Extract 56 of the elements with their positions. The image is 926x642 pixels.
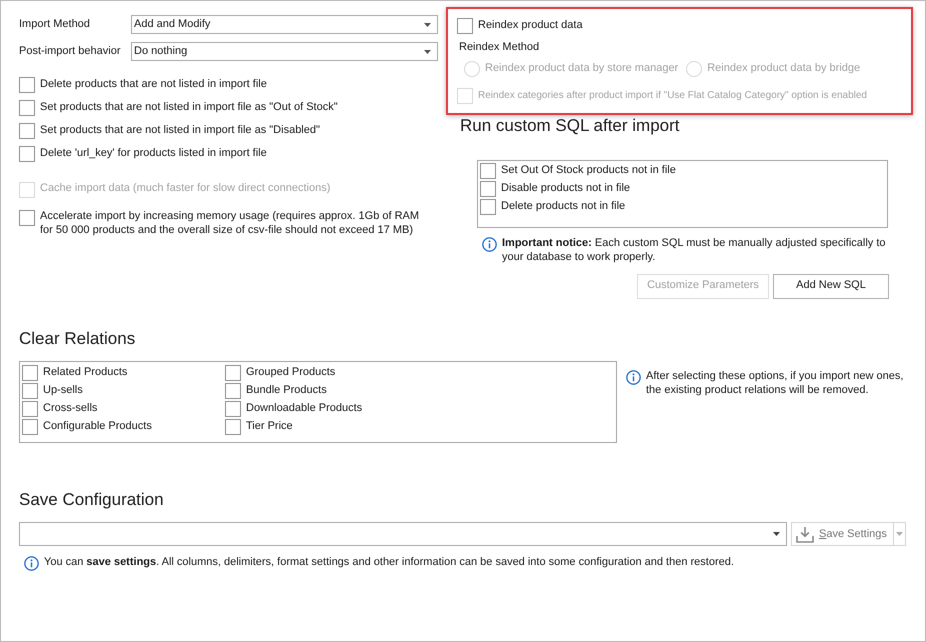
checkbox[interactable] [22,365,38,382]
info-icon [626,370,641,386]
checkbox-label[interactable]: Delete products not in file [501,199,626,214]
dropdown-field[interactable]: Do nothing [131,42,438,61]
checkbox[interactable] [19,146,35,162]
caret-icon [424,22,431,26]
checkbox-label[interactable]: Related Products [43,366,128,380]
dropdown-field[interactable]: Add and Modify [131,15,438,34]
checkbox-label[interactable]: Set products that are not listed in import file as "Disabled" [40,123,320,138]
checkbox-label[interactable]: Cross-sells [43,402,98,416]
checkbox[interactable] [225,365,241,382]
section-heading: Save Configuration [19,490,165,510]
checkbox-label[interactable]: Tier Price [246,420,293,434]
notice-text: Important notice: Each custom SQL must be manually adjusted specifically to your database to work properly. [502,237,887,265]
checkbox-label[interactable]: Grouped Products [246,366,336,380]
checkbox[interactable] [480,163,496,180]
checkbox-label[interactable]: Accelerate import by increasing memory usage (requires approx. 1Gb of RAM for 50 000 products and the overall size of csv-file should not exceed 17 MB) [40,210,430,238]
caret-icon [896,532,903,536]
notice-text: After selecting these options, if you import new ones, the existing product relations will be removed. [646,370,904,398]
field-label: Post-import behavior [19,44,122,58]
checkbox[interactable] [22,401,38,418]
checkbox-label[interactable]: Delete products that are not listed in import file [40,77,267,92]
add-button[interactable]: Add New SQL [773,274,889,299]
configuration-dropdown[interactable] [19,522,787,546]
checkbox-label[interactable]: Delete 'url_key' for products listed in import file [40,146,267,161]
checkbox[interactable] [225,401,241,418]
caret-icon [773,532,780,536]
checkbox-label[interactable]: Bundle Products [246,384,327,398]
field-label: Import Method [19,18,91,32]
checkbox[interactable] [480,181,496,198]
checkbox[interactable] [225,419,241,436]
info-icon [482,237,497,252]
checkbox-label[interactable]: Set products that are not listed in import file as "Out of Stock" [40,100,338,115]
checkbox[interactable] [22,383,38,400]
checkbox[interactable] [225,383,241,400]
checkbox[interactable] [19,100,35,116]
checkbox-label[interactable]: Downloadable Products [246,402,362,416]
checkbox-label[interactable]: Configurable Products [43,420,152,434]
checkbox-label[interactable]: Up-sells [43,384,83,398]
section-heading: Clear Relations [19,328,136,350]
checkbox[interactable] [22,419,38,436]
checkbox[interactable] [19,77,35,93]
checkbox[interactable] [457,18,473,34]
info-icon [24,556,39,572]
checkbox-label[interactable]: Set Out Of Stock products not in file [501,163,676,178]
checkbox[interactable] [19,123,35,139]
notice-text: You can save settings. All columns, delimiters, format settings and other information can be saved into some configuration and then restored. [44,556,734,570]
section-label: Reindex Method [459,41,540,55]
checkbox[interactable] [480,199,496,216]
caret-icon [424,50,431,54]
dropdown-button[interactable] [892,522,906,546]
section-heading: Run custom SQL after import [460,116,681,136]
checkbox-label[interactable]: Reindex product data [478,18,583,33]
checkbox[interactable] [19,210,35,226]
download-icon [796,526,814,543]
checkbox-label[interactable]: Disable products not in file [501,181,630,196]
